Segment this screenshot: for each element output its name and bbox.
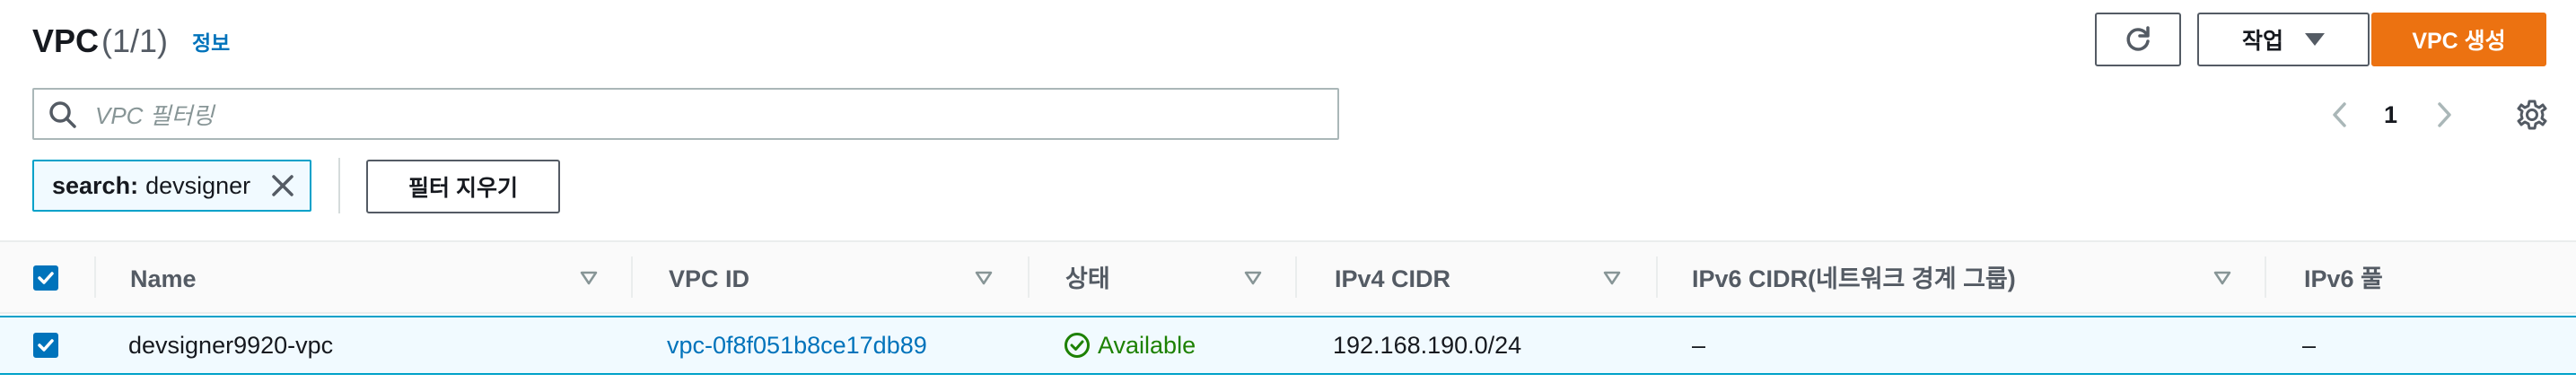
table-footer-space (0, 375, 2576, 391)
status-text: Available (1098, 332, 1196, 359)
sort-icon[interactable] (1603, 271, 1621, 285)
page-title: VPC (32, 22, 100, 59)
column-divider[interactable] (631, 256, 633, 298)
status-indicator: Available (1064, 328, 1196, 362)
create-vpc-label: VPC 생성 (2412, 29, 2506, 54)
cell-ipv4-cidr: 192.168.190.0/24 (1333, 332, 1522, 359)
create-vpc-button[interactable]: VPC 생성 (2371, 13, 2546, 66)
item-count: (1/1) (101, 22, 169, 59)
sort-icon[interactable] (1244, 271, 1262, 285)
column-divider[interactable] (1028, 256, 1030, 298)
search-icon (49, 101, 76, 128)
actions-label: 작업 (2241, 29, 2283, 54)
search-input[interactable]: VPC 필터링 (32, 88, 1339, 140)
column-divider (94, 256, 96, 298)
cell-ipv6-cidr: – (1692, 332, 1706, 359)
column-header-name[interactable]: Name (130, 262, 197, 296)
search-placeholder: VPC 필터링 (95, 101, 215, 129)
divider (338, 158, 340, 213)
column-divider[interactable] (1295, 256, 1297, 298)
checkmark-icon (38, 272, 54, 284)
clear-filters-label: 필터 지우기 (408, 176, 518, 201)
column-divider[interactable] (2265, 256, 2266, 298)
refresh-button[interactable] (2095, 13, 2181, 66)
cell-name: devsigner9920-vpc (128, 332, 334, 359)
previous-page-icon[interactable] (2326, 97, 2353, 133)
vpc-id-link[interactable]: vpc-0f8f051b8ce17db89 (667, 328, 927, 362)
checkmark-icon (38, 339, 54, 352)
table-header-row (0, 242, 2576, 314)
gear-icon[interactable] (2514, 97, 2550, 133)
column-header-vpc-id[interactable]: VPC ID (669, 262, 749, 296)
column-header-ipv6-pool[interactable]: IPv6 풀 (2304, 262, 2383, 296)
close-icon[interactable] (267, 170, 298, 201)
cell-ipv6-pool: – (2302, 332, 2317, 359)
refresh-icon (2126, 26, 2150, 51)
page-number[interactable]: 1 (2384, 97, 2397, 133)
next-page-icon[interactable] (2431, 97, 2458, 133)
clear-filters-button[interactable]: 필터 지우기 (366, 160, 560, 213)
info-link[interactable]: 정보 (192, 29, 230, 57)
column-header-status[interactable]: 상태 (1065, 262, 1110, 296)
check-circle-icon (1065, 333, 1090, 358)
sort-icon[interactable] (580, 271, 598, 285)
sort-icon[interactable] (975, 271, 993, 285)
column-header-ipv6-cidr[interactable]: IPv6 CIDR(네트워크 경계 그룹) (1692, 262, 2016, 296)
table-row[interactable] (0, 316, 2576, 375)
column-header-ipv4-cidr[interactable]: IPv4 CIDR (1335, 262, 1450, 296)
row-checkbox[interactable] (33, 333, 58, 358)
filter-token-key: search: (52, 171, 139, 199)
actions-dropdown-button[interactable]: 작업 (2197, 13, 2370, 66)
filter-token-value: devsigner (145, 171, 251, 199)
column-divider[interactable] (1656, 256, 1658, 298)
select-all-checkbox[interactable] (33, 265, 58, 291)
caret-down-icon (2305, 33, 2325, 46)
sort-icon[interactable] (2213, 271, 2231, 285)
